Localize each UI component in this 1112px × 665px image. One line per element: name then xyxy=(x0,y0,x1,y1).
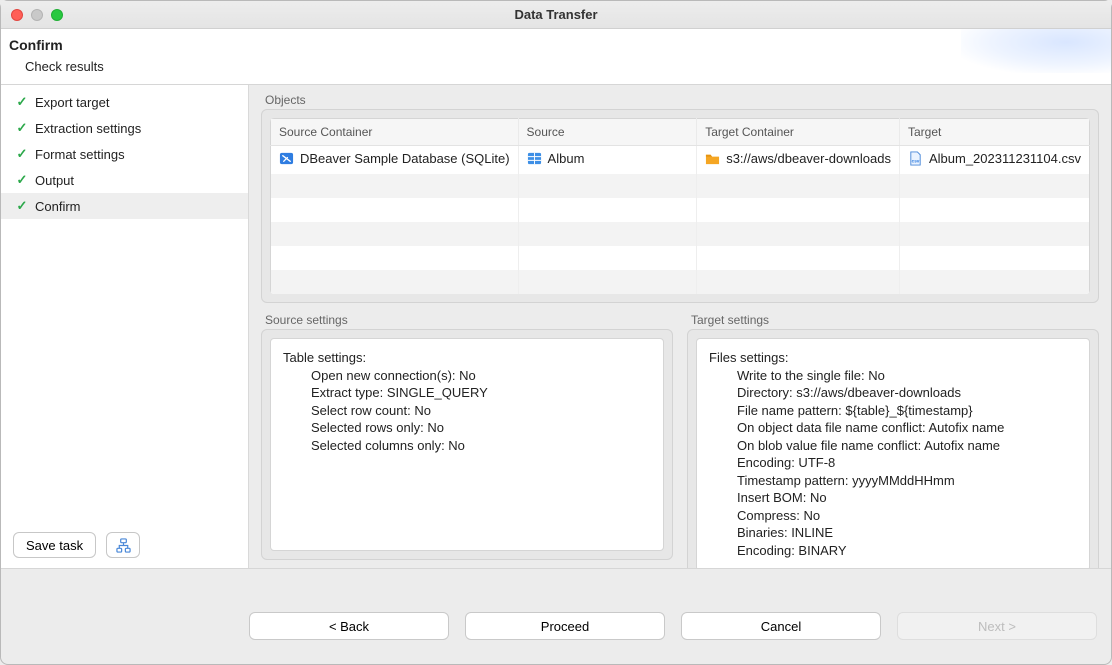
page-title: Confirm xyxy=(9,37,1097,53)
check-icon: ✓ xyxy=(15,94,29,110)
cell-source-container: DBeaver Sample Database (SQLite) xyxy=(300,151,510,166)
settings-line: File name pattern: ${table}_${timestamp} xyxy=(737,402,1077,420)
settings-line: Compress: No xyxy=(737,507,1077,525)
window-title: Data Transfer xyxy=(1,7,1111,22)
step-export-target[interactable]: ✓ Export target xyxy=(1,89,248,115)
step-label: Format settings xyxy=(35,147,125,162)
objects-panel: Source Container Source Target Container… xyxy=(261,109,1099,303)
check-icon: ✓ xyxy=(15,172,29,188)
step-label: Export target xyxy=(35,95,109,110)
settings-line: Extract type: SINGLE_QUERY xyxy=(311,384,651,402)
table-row[interactable]: DBeaver Sample Database (SQLite) Album xyxy=(271,146,1090,175)
col-target[interactable]: Target xyxy=(899,119,1089,146)
source-settings-label: Source settings xyxy=(265,313,673,327)
source-settings-heading: Table settings: xyxy=(283,349,651,367)
objects-section-label: Objects xyxy=(265,93,1099,107)
wizard-header: Confirm Check results xyxy=(1,29,1111,85)
settings-row: Source settings Table settings: Open new… xyxy=(261,313,1099,560)
sidebar-footer: Save task xyxy=(1,522,248,568)
next-button: Next > xyxy=(897,612,1097,640)
step-label: Output xyxy=(35,173,74,188)
wizard-footer: < Back Proceed Cancel Next > xyxy=(1,568,1111,658)
settings-line: Open new connection(s): No xyxy=(311,367,651,385)
table-icon xyxy=(527,151,542,166)
database-icon xyxy=(279,151,294,166)
settings-line: Directory: s3://aws/dbeaver-downloads xyxy=(737,384,1077,402)
sidebar: ✓ Export target ✓ Extraction settings ✓ … xyxy=(1,85,249,568)
source-settings-box: Table settings: Open new connection(s): … xyxy=(270,338,664,551)
target-settings-label: Target settings xyxy=(691,313,1099,327)
settings-line: Encoding: UTF-8 xyxy=(737,454,1077,472)
source-settings-section: Source settings Table settings: Open new… xyxy=(261,313,673,560)
settings-line: Select row count: No xyxy=(311,402,651,420)
table-row xyxy=(271,246,1090,270)
content-area: Objects Source Container Source Target C… xyxy=(249,85,1111,568)
step-confirm[interactable]: ✓ Confirm xyxy=(1,193,248,219)
window-controls xyxy=(11,9,63,21)
csv-file-icon: csv xyxy=(908,151,923,166)
cell-target-container: s3://aws/dbeaver-downloads xyxy=(726,151,891,166)
step-label: Extraction settings xyxy=(35,121,141,136)
table-row xyxy=(271,174,1090,198)
maximize-icon[interactable] xyxy=(51,9,63,21)
page-subtitle: Check results xyxy=(25,59,1097,74)
col-target-container[interactable]: Target Container xyxy=(697,119,900,146)
step-format-settings[interactable]: ✓ Format settings xyxy=(1,141,248,167)
diagram-icon xyxy=(116,538,131,553)
table-row xyxy=(271,222,1090,246)
step-extraction-settings[interactable]: ✓ Extraction settings xyxy=(1,115,248,141)
table-header-row: Source Container Source Target Container… xyxy=(271,119,1090,146)
settings-line: Selected columns only: No xyxy=(311,437,651,455)
check-icon: ✓ xyxy=(15,146,29,162)
check-icon: ✓ xyxy=(15,198,29,214)
folder-icon xyxy=(705,151,720,166)
col-source-container[interactable]: Source Container xyxy=(271,119,519,146)
titlebar: Data Transfer xyxy=(1,1,1111,29)
minimize-icon[interactable] xyxy=(31,9,43,21)
close-icon[interactable] xyxy=(11,9,23,21)
target-settings-heading: Files settings: xyxy=(709,349,1077,367)
objects-section: Objects Source Container Source Target C… xyxy=(261,93,1099,303)
main-area: ✓ Export target ✓ Extraction settings ✓ … xyxy=(1,85,1111,568)
svg-text:csv: csv xyxy=(912,158,920,163)
settings-line: On blob value file name conflict: Autofi… xyxy=(737,437,1077,455)
wizard-steps: ✓ Export target ✓ Extraction settings ✓ … xyxy=(1,85,248,522)
back-button[interactable]: < Back xyxy=(249,612,449,640)
settings-line: Encoding: BINARY xyxy=(737,542,1077,560)
objects-table: Source Container Source Target Container… xyxy=(270,118,1090,294)
step-label: Confirm xyxy=(35,199,81,214)
table-row xyxy=(271,270,1090,294)
save-task-config-button[interactable] xyxy=(106,532,140,558)
cell-source: Album xyxy=(548,151,585,166)
cell-target: Album_202311231104.csv xyxy=(929,151,1081,166)
settings-line: Write to the single file: No xyxy=(737,367,1077,385)
settings-line: Insert BOM: No xyxy=(737,489,1077,507)
check-icon: ✓ xyxy=(15,120,29,136)
target-settings-box: Files settings: Write to the single file… xyxy=(696,338,1090,568)
table-row xyxy=(271,198,1090,222)
save-task-button[interactable]: Save task xyxy=(13,532,96,558)
step-output[interactable]: ✓ Output xyxy=(1,167,248,193)
settings-line: On object data file name conflict: Autof… xyxy=(737,419,1077,437)
settings-line: Timestamp pattern: yyyyMMddHHmm xyxy=(737,472,1077,490)
settings-line: Selected rows only: No xyxy=(311,419,651,437)
target-settings-section: Target settings Files settings: Write to… xyxy=(687,313,1099,560)
cancel-button[interactable]: Cancel xyxy=(681,612,881,640)
col-source[interactable]: Source xyxy=(518,119,697,146)
settings-line: Binaries: INLINE xyxy=(737,524,1077,542)
proceed-button[interactable]: Proceed xyxy=(465,612,665,640)
